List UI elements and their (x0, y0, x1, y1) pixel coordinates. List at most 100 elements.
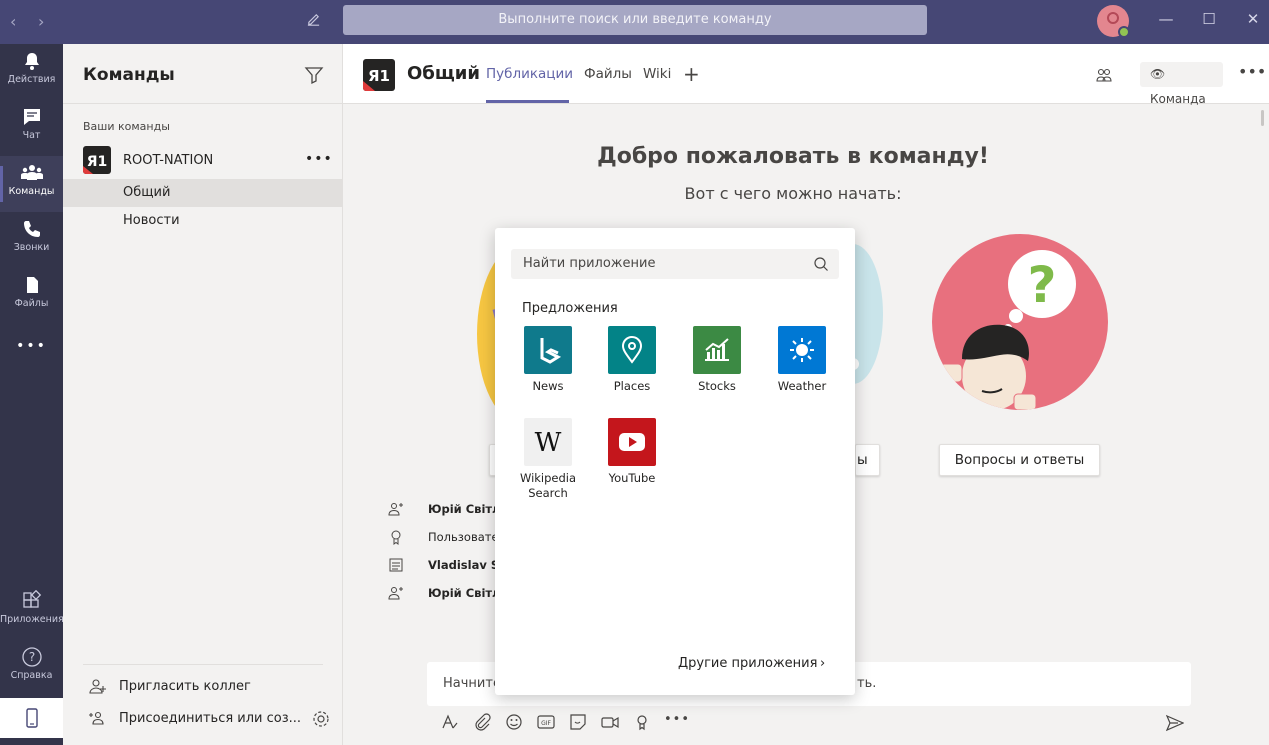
welcome-title: Добро пожаловать в команду! (597, 144, 989, 169)
app-wikipedia[interactable]: W Wikipedia Search (516, 418, 580, 501)
add-tab-icon[interactable]: + (683, 62, 700, 86)
close-button[interactable]: ✕ (1241, 10, 1265, 28)
mobile-icon (25, 708, 38, 728)
team-view-label: Команда (1150, 92, 1206, 106)
stock-chart-icon (693, 326, 741, 374)
app-label: News (532, 379, 564, 393)
more-icon[interactable]: ••• (0, 338, 63, 366)
phone-icon (23, 221, 40, 237)
help-icon: ? (21, 647, 42, 667)
svg-text:?: ? (28, 650, 34, 664)
praise-icon[interactable] (632, 712, 652, 732)
gear-icon[interactable] (312, 710, 330, 728)
title-bar: ‹ › Выполните поиск или введите команду … (0, 0, 1269, 44)
svg-text:GIF: GIF (541, 720, 551, 727)
compose-placeholder-end: ть. (857, 676, 877, 691)
chevron-right-icon[interactable]: › (820, 656, 825, 671)
add-person-icon (388, 503, 403, 516)
status-badge (1118, 26, 1130, 38)
active-tab-indicator (486, 100, 569, 103)
app-youtube[interactable]: YouTube (600, 418, 664, 486)
header-more-icon[interactable]: ••• (1238, 62, 1266, 81)
forward-icon[interactable]: › (38, 12, 44, 31)
activity-text: Юрій Світлі (428, 586, 505, 600)
team-members-icon[interactable] (1095, 66, 1113, 84)
rail-item-apps[interactable]: Приложения (0, 584, 64, 640)
page-title: Команды (83, 65, 175, 85)
search-icon (814, 257, 828, 271)
more-apps-link[interactable]: Другие приложения (678, 656, 817, 671)
app-picker-popup: Найти приложение Предложения News Places… (495, 228, 855, 695)
card-button-mid[interactable]: ы (855, 444, 880, 476)
channel-general[interactable]: Общий (63, 179, 343, 207)
scrollbar[interactable] (1261, 110, 1264, 126)
divider (83, 664, 323, 665)
mobile-device-button[interactable] (0, 698, 63, 738)
chat-icon (23, 109, 40, 125)
add-person-icon (388, 587, 403, 600)
team-item[interactable]: Я1 ROOT-NATION ••• (83, 146, 333, 176)
team-more-icon[interactable]: ••• (305, 151, 333, 167)
svg-text:Я1: Я1 (368, 67, 390, 85)
map-pin-icon (608, 326, 656, 374)
app-search-input[interactable]: Найти приложение (511, 249, 839, 279)
user-icon (1107, 12, 1119, 24)
compose-icon[interactable] (306, 12, 321, 31)
compose-placeholder: Начните (443, 676, 501, 691)
svg-text:W: W (535, 428, 562, 458)
welcome-subtitle: Вот с чего можно начать: (684, 184, 902, 203)
rail-label: Приложения (0, 614, 64, 625)
app-label: Places (613, 379, 651, 393)
tab-wiki[interactable]: Wiki (643, 66, 671, 82)
app-label: YouTube (608, 471, 656, 485)
sticker-icon[interactable] (568, 712, 588, 732)
minimize-button[interactable]: — (1154, 10, 1178, 28)
app-rail: Действия Чат Команды Звонки Файлы ••• Пр… (0, 44, 64, 745)
qa-button[interactable]: Вопросы и ответы (939, 444, 1100, 476)
team-name: ROOT-NATION (123, 153, 214, 168)
rail-item-chat[interactable]: Чат (0, 100, 63, 156)
channel-header: Я1 Общий Публикации Файлы Wiki + 👁︎ Кома… (343, 44, 1269, 106)
app-label: Wikipedia Search (519, 471, 577, 500)
format-icon[interactable] (440, 712, 460, 732)
send-icon[interactable] (1166, 714, 1184, 732)
join-label: Присоединиться или соз... (119, 711, 302, 726)
section-label: Ваши команды (83, 120, 170, 133)
team-logo-icon: Я1 (83, 146, 111, 174)
rail-item-calls[interactable]: Звонки (0, 212, 63, 268)
team-view-button[interactable]: 👁︎ Команда (1140, 62, 1223, 106)
app-weather[interactable]: Weather (770, 326, 834, 394)
avatar[interactable] (1097, 5, 1130, 38)
more-options-icon[interactable]: ••• (664, 712, 689, 732)
filter-icon[interactable] (304, 65, 324, 85)
team-logo-icon: Я1 (363, 59, 395, 91)
app-places[interactable]: Places (600, 326, 664, 394)
bing-news-icon (524, 326, 572, 374)
meet-now-icon[interactable] (600, 712, 620, 732)
channel-news[interactable]: Новости (63, 207, 343, 235)
bell-icon (24, 53, 39, 70)
file-icon (26, 277, 38, 293)
attach-icon[interactable] (472, 712, 492, 732)
back-icon[interactable]: ‹ (10, 12, 16, 31)
add-people-icon (89, 679, 106, 694)
emoji-icon[interactable] (504, 712, 524, 732)
join-team-icon (89, 711, 104, 725)
rail-item-files[interactable]: Файлы (0, 268, 63, 324)
maximize-button[interactable]: ☐ (1197, 10, 1221, 28)
app-label: Stocks (698, 379, 736, 393)
activity-text: Юрій Світлі (428, 502, 505, 516)
rail-item-help[interactable]: ? Справка (0, 640, 63, 696)
tab-files[interactable]: Файлы (584, 66, 632, 82)
app-search-placeholder: Найти приложение (523, 256, 656, 271)
badge-icon (391, 530, 401, 545)
rail-item-teams[interactable]: Команды (0, 156, 63, 212)
tab-posts[interactable]: Публикации (486, 66, 573, 82)
list-icon (389, 558, 403, 572)
svg-text:Я1: Я1 (87, 154, 108, 170)
search-input[interactable]: Выполните поиск или введите команду (343, 5, 927, 35)
gif-icon[interactable]: GIF (536, 712, 556, 732)
rail-item-activity[interactable]: Действия (0, 44, 63, 100)
app-stocks[interactable]: Stocks (685, 326, 749, 394)
app-news[interactable]: News (516, 326, 580, 394)
